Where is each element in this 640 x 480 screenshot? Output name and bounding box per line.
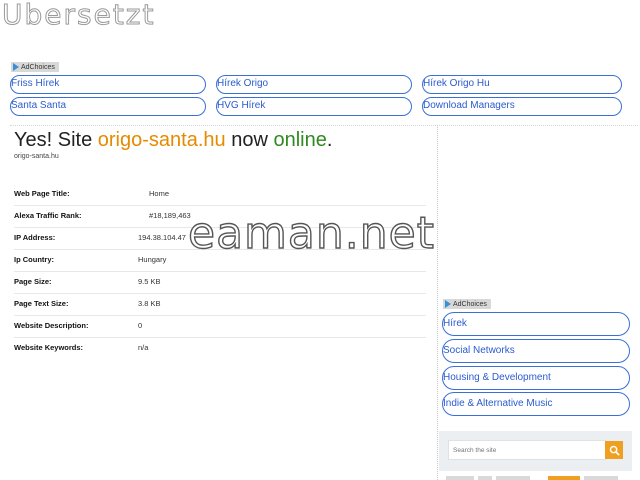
info-value: 9.5 KB — [138, 277, 161, 286]
ad-link-label: Friss Hírek — [11, 78, 60, 89]
ad-link-label: Download Managers — [423, 100, 515, 111]
adchoices-badge-side[interactable]: AdChoices — [443, 299, 491, 309]
sidebar-divider — [437, 125, 438, 480]
info-value: Home — [149, 189, 170, 198]
info-label: Website Keywords: — [14, 343, 84, 352]
side-ad-link-housing[interactable]: Housing & Development — [442, 366, 630, 390]
footer-tab-active[interactable] — [548, 476, 580, 480]
info-label: Page Text Size: — [14, 299, 69, 308]
info-label: Website Description: — [14, 321, 89, 330]
footer-tab[interactable] — [496, 476, 530, 480]
side-ad-link-label: Social Networks — [443, 345, 515, 356]
info-label: Ip Country: — [14, 255, 54, 264]
info-label: IP Address: — [14, 233, 56, 242]
info-value: Hungary — [138, 255, 167, 264]
headline-domain: origo-santa.hu — [97, 129, 226, 151]
side-ad-link-social-networks[interactable]: Social Networks — [442, 339, 630, 363]
ad-link-label: Hírek Origo Hu — [423, 78, 490, 89]
adchoices-badge-top[interactable]: AdChoices — [11, 62, 59, 72]
info-row-keywords: Website Keywords: n/a — [14, 337, 426, 359]
search-icon — [609, 445, 620, 456]
footer-tab[interactable] — [446, 476, 474, 480]
info-label: Page Size: — [14, 277, 52, 286]
page-headline: Yes! Site origo-santa.hu now online. — [14, 129, 332, 152]
info-value: 3.8 KB — [138, 299, 161, 308]
search-panel — [439, 431, 632, 471]
adchoices-label: AdChoices — [21, 63, 55, 71]
ad-link-label: HVG Hírek — [217, 100, 266, 111]
side-ad-link-hirek[interactable]: Hírek — [442, 312, 630, 336]
adchoices-icon — [13, 63, 19, 71]
info-row-page-text-size: Page Text Size: 3.8 KB — [14, 293, 426, 316]
side-ad-link-indie-music[interactable]: Indie & Alternative Music — [442, 392, 630, 416]
headline-middle: now — [231, 129, 268, 151]
ad-link-label: Santa Santa — [11, 100, 67, 111]
site-brand-logo[interactable]: Ubersetzt — [1, 0, 155, 32]
info-label: Alexa Traffic Rank: — [14, 211, 82, 220]
ad-link-hvg-hirek[interactable]: HVG Hírek — [216, 97, 412, 116]
ad-link-hirek-origo[interactable]: Hírek Origo — [216, 75, 412, 94]
adchoices-label: AdChoices — [453, 300, 487, 308]
ad-link-hirek-origo-hu[interactable]: Hírek Origo Hu — [422, 75, 622, 94]
side-ad-link-label: Indie & Alternative Music — [443, 398, 553, 409]
info-row-description: Website Description: 0 — [14, 315, 426, 338]
info-value: 0 — [138, 321, 143, 330]
ad-link-santa-santa[interactable]: Santa Santa — [10, 97, 206, 116]
info-value: 194.38.104.47 — [138, 233, 186, 242]
search-input[interactable] — [448, 440, 606, 460]
headline-prefix: Yes! Site — [14, 129, 93, 151]
ad-link-friss-hirek[interactable]: Friss Hírek — [10, 75, 206, 94]
info-value: n/a — [138, 343, 149, 352]
info-row-page-size: Page Size: 9.5 KB — [14, 271, 426, 294]
ad-link-download-managers[interactable]: Download Managers — [422, 97, 622, 116]
footer-tab[interactable] — [478, 476, 492, 480]
adchoices-icon — [445, 300, 451, 308]
headline-suffix: . — [326, 129, 333, 151]
footer-tab[interactable] — [584, 476, 618, 480]
site-url: origo-santa.hu — [14, 153, 59, 160]
side-ad-link-label: Hírek — [443, 318, 467, 329]
search-button[interactable] — [605, 441, 623, 459]
watermark-text: eaman.net — [187, 207, 435, 259]
content-divider — [10, 125, 638, 126]
info-value: #18,189,463 — [149, 211, 191, 220]
side-ad-link-label: Housing & Development — [443, 372, 551, 383]
info-label: Web Page Title: — [14, 189, 70, 198]
headline-status: online — [273, 129, 327, 151]
info-row-title: Web Page Title: Home — [14, 183, 426, 206]
ad-link-label: Hírek Origo — [217, 78, 269, 89]
